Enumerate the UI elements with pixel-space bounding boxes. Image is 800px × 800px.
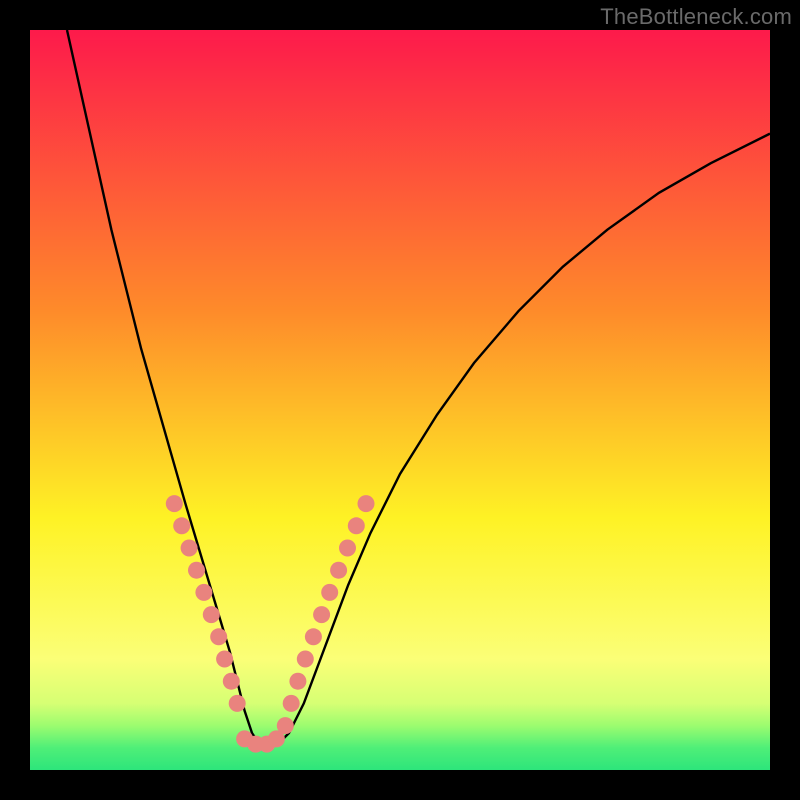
chart-svg bbox=[30, 30, 770, 770]
data-dot bbox=[210, 628, 227, 645]
data-dot bbox=[321, 584, 338, 601]
data-dot bbox=[173, 517, 190, 534]
data-dot bbox=[268, 730, 285, 747]
data-dot bbox=[203, 606, 220, 623]
data-dot bbox=[339, 540, 356, 557]
data-dot bbox=[305, 628, 322, 645]
data-dot bbox=[358, 495, 375, 512]
data-dot bbox=[195, 584, 212, 601]
data-dot bbox=[348, 517, 365, 534]
data-dot bbox=[289, 673, 306, 690]
data-dot bbox=[313, 606, 330, 623]
data-dot bbox=[166, 495, 183, 512]
chart-frame bbox=[30, 30, 770, 770]
data-dot bbox=[330, 562, 347, 579]
data-dot bbox=[229, 695, 246, 712]
data-dot bbox=[188, 562, 205, 579]
data-dot bbox=[223, 673, 240, 690]
data-dot bbox=[216, 651, 233, 668]
data-dot bbox=[181, 540, 198, 557]
data-dot bbox=[283, 695, 300, 712]
watermark-text: TheBottleneck.com bbox=[600, 4, 792, 30]
data-dot bbox=[297, 651, 314, 668]
gradient-background bbox=[30, 30, 770, 770]
